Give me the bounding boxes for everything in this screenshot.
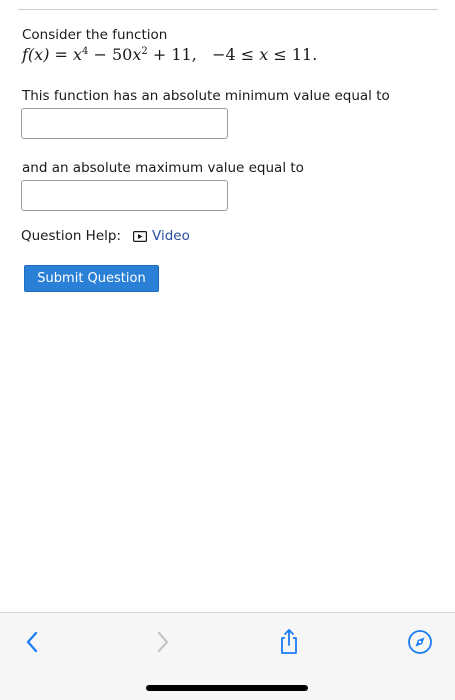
submit-question-button[interactable]: Submit Question [24, 265, 159, 292]
question-intro: Consider the function [22, 27, 168, 43]
formula-domain-left: −4 ≤ [212, 45, 260, 64]
forward-button[interactable] [148, 627, 178, 657]
browser-toolbar [0, 612, 455, 700]
question-help-label: Question Help: [21, 228, 121, 244]
absolute-min-input[interactable] [21, 108, 228, 139]
absolute-max-input[interactable] [21, 180, 228, 211]
formula-domain-right: ≤ 11. [268, 45, 318, 64]
back-button[interactable] [17, 627, 47, 657]
video-help-label: Video [152, 228, 190, 244]
chevron-right-icon [157, 631, 169, 653]
formula-equals: = [49, 45, 74, 64]
question-help: Question Help: Video [21, 228, 190, 244]
share-button[interactable] [274, 627, 304, 657]
home-indicator [146, 685, 308, 691]
max-prompt: and an absolute maximum value equal to [22, 160, 304, 176]
play-box-icon [133, 230, 147, 242]
question-page: Consider the function f(x) = x4 − 50x2 +… [0, 0, 455, 700]
formula-domain-var: x [259, 45, 269, 64]
video-help-link[interactable]: Video [133, 228, 190, 244]
compass-icon [408, 630, 432, 654]
formula-plus: + 11, [147, 45, 197, 64]
min-prompt: This function has an absolute minimum va… [22, 88, 390, 104]
chevron-left-icon [26, 631, 38, 653]
safari-button[interactable] [405, 627, 435, 657]
function-formula: f(x) = x4 − 50x2 + 11, −4 ≤ x ≤ 11. [22, 45, 317, 64]
formula-lhs: f(x) [22, 45, 50, 64]
share-icon [281, 629, 297, 654]
formula-term1-var: x [73, 45, 83, 64]
top-divider [18, 9, 438, 10]
formula-minus: − 50 [88, 45, 133, 64]
